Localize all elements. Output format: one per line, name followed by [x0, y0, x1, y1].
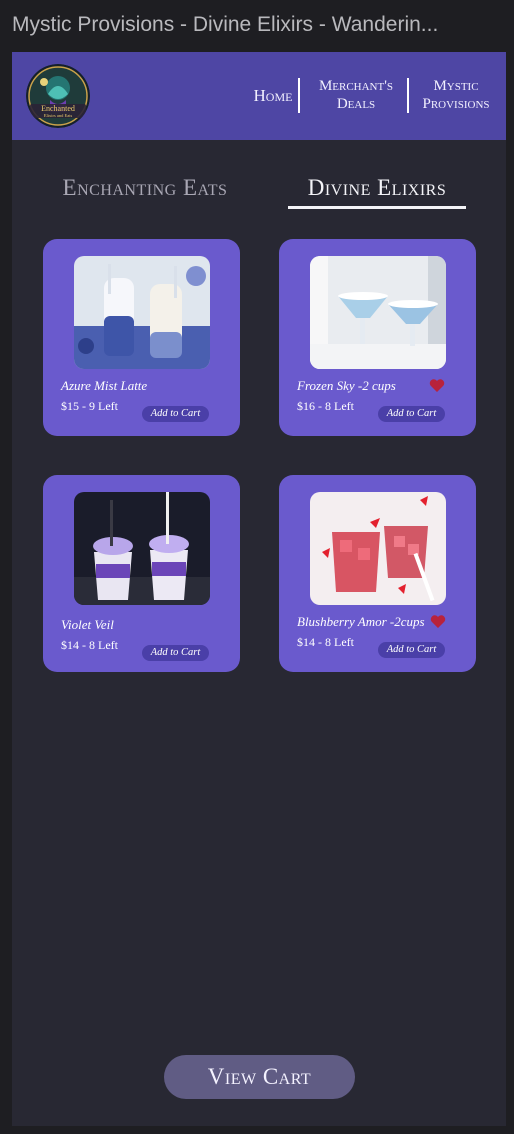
nav-divider — [298, 78, 300, 113]
add-to-cart-button[interactable]: Add to Cart — [142, 406, 209, 422]
add-to-cart-button[interactable]: Add to Cart — [142, 645, 209, 661]
product-image[interactable] — [310, 492, 446, 605]
nav-mystic-line2: Provisions — [422, 96, 490, 112]
nav-merchants-deals[interactable]: Merchant's Deals — [306, 77, 406, 113]
nav-divider — [407, 78, 409, 113]
nav-home[interactable]: Home — [242, 80, 304, 112]
logo-title: Enchanted — [41, 104, 75, 113]
product-image[interactable] — [310, 256, 446, 369]
product-name: Frozen Sky -2 cups — [297, 378, 396, 393]
favorite-heart-icon[interactable] — [429, 378, 445, 393]
product-card-violet-veil[interactable]: Violet Veil $14 - 8 Left Add to Cart — [43, 475, 240, 672]
logo-subtitle: Elixirs and Eats — [44, 113, 73, 118]
page: Enchanted Elixirs and Eats Home Merchant… — [12, 52, 506, 1126]
tab-divine-elixirs[interactable]: Divine Elixirs — [288, 170, 466, 206]
product-image[interactable] — [74, 492, 210, 605]
nav-merchants-line1: Merchant's — [318, 78, 394, 94]
add-to-cart-button[interactable]: Add to Cart — [378, 406, 445, 422]
nav-mystic-line1: Mystic — [433, 78, 479, 94]
product-card-frozen-sky[interactable]: Frozen Sky -2 cups $16 - 8 Left Add to C… — [279, 239, 476, 436]
logo-emblem: Enchanted Elixirs and Eats — [26, 64, 90, 128]
tab-enchanting-eats[interactable]: Enchanting Eats — [42, 170, 248, 206]
favorite-heart-icon[interactable] — [430, 614, 446, 629]
window-title: Mystic Provisions - Divine Elixirs - Wan… — [12, 13, 439, 36]
nav-merchants-line2: Deals — [336, 96, 376, 112]
nav-mystic-provisions[interactable]: Mystic Provisions — [412, 77, 500, 113]
product-image[interactable] — [74, 256, 210, 369]
product-name: Blushberry Amor -2cups — [297, 614, 425, 629]
navbar: Enchanted Elixirs and Eats Home Merchant… — [12, 52, 506, 140]
product-card-blushberry-amor[interactable]: Blushberry Amor -2cups $14 - 8 Left Add … — [279, 475, 476, 672]
active-tab-underline — [288, 206, 466, 209]
logo[interactable]: Enchanted Elixirs and Eats — [26, 64, 90, 128]
product-card-azure-mist-latte[interactable]: Azure Mist Latte $15 - 9 Left Add to Car… — [43, 239, 240, 436]
view-cart-button[interactable]: View Cart — [164, 1055, 355, 1099]
product-name: Violet Veil — [61, 617, 114, 632]
add-to-cart-button[interactable]: Add to Cart — [378, 642, 445, 658]
product-name: Azure Mist Latte — [61, 378, 148, 393]
